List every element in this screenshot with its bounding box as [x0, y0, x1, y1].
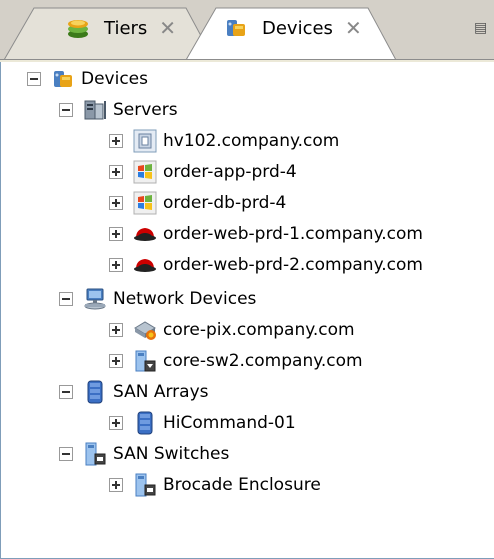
- expand-toggle[interactable]: [109, 478, 123, 492]
- tree-node-label: core-pix.company.com: [163, 320, 355, 340]
- tree-node-label: SAN Switches: [113, 444, 230, 464]
- expand-toggle[interactable]: [109, 354, 123, 368]
- tree-node-label: order-web-prd-1.company.com: [163, 224, 423, 244]
- tree-node-label: SAN Arrays: [113, 382, 209, 402]
- tree-node-servers[interactable]: Servers: [59, 95, 178, 125]
- redhat-icon: [133, 253, 157, 277]
- tree-node-label: order-app-prd-4: [163, 162, 297, 182]
- tree-node-san-arrays[interactable]: SAN Arrays: [59, 377, 209, 407]
- tree-node-label: Network Devices: [113, 289, 257, 309]
- device-tree: Devices Servers hv102.company.com order-…: [0, 62, 494, 559]
- storage-array-icon: [83, 380, 107, 404]
- tree-node-san-switch[interactable]: Brocade Enclosure: [109, 470, 321, 500]
- tree-node-san-switches[interactable]: SAN Switches: [59, 439, 229, 469]
- network-devices-icon: [83, 287, 107, 311]
- collapse-toggle[interactable]: [59, 103, 73, 117]
- redhat-icon: [133, 222, 157, 246]
- tree-node-label: Brocade Enclosure: [163, 475, 321, 495]
- expand-toggle[interactable]: [109, 258, 123, 272]
- firewall-icon: [133, 318, 157, 342]
- tree-node-label: HiCommand-01: [163, 413, 296, 433]
- tab-tiers-label: Tiers: [104, 17, 148, 39]
- collapse-toggle[interactable]: [27, 72, 41, 86]
- collapse-toggle[interactable]: [59, 385, 73, 399]
- tiers-icon: [66, 16, 90, 40]
- tree-node-network-device[interactable]: core-pix.company.com: [109, 315, 355, 345]
- expand-toggle[interactable]: [109, 323, 123, 337]
- storage-array-icon: [133, 411, 157, 435]
- tree-node-server[interactable]: order-web-prd-2.company.com: [109, 250, 423, 280]
- tab-bar: Tiers ✕ Devices ✕ ▤: [0, 0, 494, 60]
- tab-devices-label: Devices: [262, 17, 333, 39]
- tab-devices[interactable]: Devices ✕: [186, 6, 396, 60]
- tree-node-label: hv102.company.com: [163, 131, 340, 151]
- tree-node-label: order-web-prd-2.company.com: [163, 255, 423, 275]
- tree-node-label: Devices: [81, 69, 148, 89]
- tab-tiers-close-icon[interactable]: ✕: [159, 16, 176, 40]
- windows-icon: [133, 160, 157, 184]
- tree-node-network-devices[interactable]: Network Devices: [59, 284, 256, 314]
- san-switch-icon: [83, 442, 107, 466]
- devices-icon: [51, 67, 75, 91]
- expand-toggle[interactable]: [109, 196, 123, 210]
- tree-node-san-array[interactable]: HiCommand-01: [109, 408, 296, 438]
- tab-devices-close-icon[interactable]: ✕: [345, 16, 362, 40]
- windows-icon: [133, 191, 157, 215]
- devices-icon: [224, 16, 248, 40]
- switch-icon: [133, 349, 157, 373]
- tab-tiers[interactable]: Tiers ✕: [4, 6, 214, 60]
- hypervisor-icon: [133, 129, 157, 153]
- collapse-toggle[interactable]: [59, 447, 73, 461]
- expand-toggle[interactable]: [109, 134, 123, 148]
- expand-toggle[interactable]: [109, 165, 123, 179]
- san-switch-icon: [133, 473, 157, 497]
- tree-node-label: core-sw2.company.com: [163, 351, 363, 371]
- expand-toggle[interactable]: [109, 227, 123, 241]
- tree-node-server[interactable]: order-db-prd-4: [109, 188, 286, 218]
- tree-node-label: Servers: [113, 100, 178, 120]
- tree-node-server[interactable]: order-app-prd-4: [109, 157, 297, 187]
- tree-node-network-device[interactable]: core-sw2.company.com: [109, 346, 363, 376]
- tree-node-devices[interactable]: Devices: [27, 64, 148, 94]
- tree-node-server[interactable]: order-web-prd-1.company.com: [109, 219, 423, 249]
- tree-node-label: order-db-prd-4: [163, 193, 287, 213]
- servers-icon: [83, 98, 107, 122]
- tree-node-server[interactable]: hv102.company.com: [109, 126, 339, 156]
- expand-toggle[interactable]: [109, 416, 123, 430]
- view-menu-icon[interactable]: ▤: [474, 20, 490, 38]
- collapse-toggle[interactable]: [59, 292, 73, 306]
